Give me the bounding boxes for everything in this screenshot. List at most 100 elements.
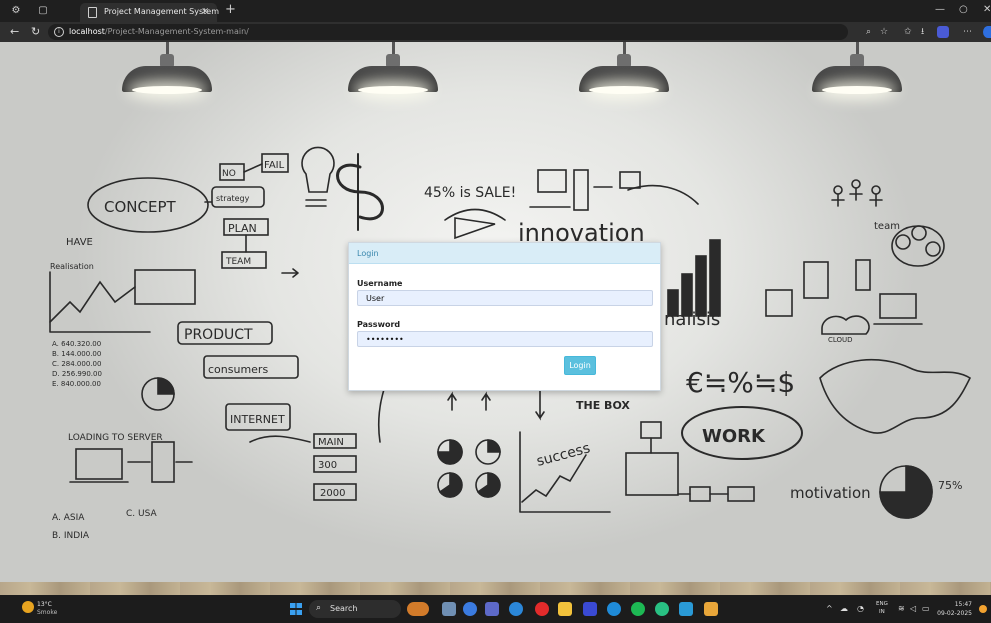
profile-avatar[interactable] [937, 26, 949, 38]
doodle-asia: A. ASIA [52, 513, 85, 523]
opera-icon[interactable] [535, 602, 549, 616]
doodle-cloud: CLOUD [828, 336, 853, 344]
doodle-loading: LOADING TO SERVER [68, 433, 163, 443]
refresh-icon[interactable]: ↻ [31, 25, 40, 39]
site-info-icon[interactable]: i [54, 27, 64, 37]
restore-icon[interactable]: ○ [959, 3, 968, 17]
doodle-number: A. 640.320.00 [52, 340, 101, 348]
browser-toolbar: ← ↻ i localhost/Project-Management-Syste… [0, 22, 991, 42]
wooden-floor [0, 582, 991, 595]
doodle-success: success [535, 440, 592, 470]
doodle-number: D. 256.990.00 [52, 370, 102, 378]
doodle-work: WORK [702, 426, 766, 447]
doodle-concept: CONCEPT [104, 198, 176, 216]
cloud-sync-icon[interactable]: ☁ [840, 604, 848, 614]
doodle-number: B. 144.000.00 [52, 350, 101, 358]
settings-app-icon[interactable] [607, 602, 621, 616]
task-view-icon[interactable] [442, 602, 456, 616]
doodle-consumers: consumers [208, 363, 268, 376]
doodle-main: MAIN [318, 437, 344, 448]
copilot-icon[interactable] [983, 26, 991, 38]
close-window-icon[interactable]: ✕ [983, 3, 991, 17]
doodle-team: TEAM [225, 257, 251, 267]
snipping-tool-icon[interactable] [704, 602, 718, 616]
weather-sun-icon[interactable] [22, 601, 34, 613]
weather-description[interactable]: Smoke [37, 609, 57, 616]
linkedin-app-icon[interactable] [583, 602, 597, 616]
favorites-icon[interactable]: ✩ [904, 26, 912, 38]
login-modal: Login Username User Password •••••••• Lo… [348, 242, 661, 391]
page-favicon-icon [88, 7, 97, 18]
doodle-fail: FAIL [264, 160, 285, 171]
spotify-icon[interactable] [631, 602, 645, 616]
workspaces-icon[interactable]: ⚙ [10, 5, 22, 17]
battery-icon[interactable]: ▭ [922, 604, 930, 614]
notification-bell-icon[interactable] [979, 605, 987, 613]
windows-taskbar: 13°C Smoke ⌕ Search ^ ☁ ◔ ENG IN ≋ ◁ ▭ 1… [0, 595, 991, 623]
downloads-icon[interactable]: ⭳ [921, 26, 924, 38]
doodle-team-label: team [874, 221, 900, 232]
browser-title-bar: ⚙ ▢ Project Management System × + — ○ ✕ [0, 0, 991, 22]
doodle-motivation: motivation [790, 484, 871, 502]
file-explorer-icon[interactable] [558, 602, 572, 616]
doodle-2000: 2000 [320, 488, 345, 499]
new-tab-icon[interactable]: + [225, 3, 236, 17]
news-widget-icon[interactable] [407, 602, 429, 616]
doodle-the-box: THE BOX [576, 399, 630, 412]
doodle-no: NO [222, 169, 236, 179]
doodle-currency: €≒%≒$ [686, 366, 795, 399]
system-clock[interactable]: 15:47 09-02-2025 [934, 600, 972, 618]
windows-start-icon[interactable] [290, 603, 302, 615]
language-indicator[interactable]: ENG IN [876, 600, 888, 616]
doodle-75-percent: 75% [938, 479, 962, 492]
region-code: IN [879, 609, 885, 615]
url-path: /Project-Management-System-main/ [104, 27, 249, 36]
search-icon: ⌕ [316, 603, 322, 613]
doodle-main-value: 300 [318, 460, 337, 471]
vscode-icon[interactable] [679, 602, 693, 616]
doodle-number: C. 284.000.00 [52, 360, 101, 368]
doodle-strategy: strategy [216, 194, 250, 203]
username-input[interactable]: User [357, 290, 653, 306]
password-input[interactable]: •••••••• [357, 331, 653, 347]
clock-time: 15:47 [954, 601, 972, 608]
tab-project-management-system[interactable]: Project Management System × [80, 3, 219, 22]
username-label: Username [357, 279, 403, 288]
security-icon[interactable]: ◔ [857, 604, 864, 614]
page-viewport: CONCEPT NO FAIL strategy PLAN TEAM 45% i… [0, 42, 991, 595]
doodle-analysis: nalisis [664, 309, 720, 330]
weather-temperature[interactable]: 13°C [37, 601, 52, 608]
teams-icon[interactable] [485, 602, 499, 616]
back-icon[interactable]: ← [10, 25, 19, 39]
whatsapp-icon[interactable] [655, 602, 669, 616]
doodle-india: B. INDIA [52, 531, 90, 541]
doodle-realisation: Realisation [50, 262, 94, 271]
language-code: ENG [876, 601, 888, 607]
doodle-internet: INTERNET [230, 413, 285, 426]
read-aloud-icon[interactable]: ⌕ [866, 26, 871, 38]
chrome-icon[interactable] [509, 602, 523, 616]
favorite-star-icon[interactable]: ☆ [880, 26, 888, 38]
wifi-icon[interactable]: ≋ [898, 604, 905, 614]
doodle-number: E. 840.000.00 [52, 380, 101, 388]
tab-actions-icon[interactable]: ▢ [37, 5, 49, 17]
minimize-icon[interactable]: — [935, 3, 945, 17]
doodle-usa: C. USA [126, 509, 157, 519]
clock-date: 09-02-2025 [937, 610, 972, 617]
login-button[interactable]: Login [564, 356, 596, 375]
volume-icon[interactable]: ◁ [910, 604, 916, 614]
taskbar-search-box[interactable]: ⌕ Search [309, 600, 401, 618]
url-host: localhost [69, 27, 105, 36]
password-label: Password [357, 320, 401, 329]
tab-close-icon[interactable]: × [201, 6, 209, 18]
address-bar[interactable]: i localhost/Project-Management-System-ma… [48, 24, 848, 40]
doodle-product: PRODUCT [184, 327, 253, 343]
url-text: localhost/Project-Management-System-main… [69, 27, 249, 36]
search-label: Search [330, 604, 358, 613]
doodle-sale: 45% is SALE! [424, 185, 516, 201]
more-menu-icon[interactable]: ⋯ [963, 26, 972, 38]
edge-icon[interactable] [463, 602, 477, 616]
show-hidden-icons-chevron-icon[interactable]: ^ [826, 604, 833, 614]
modal-title: Login [349, 243, 660, 264]
doodle-plan: PLAN [228, 222, 257, 235]
